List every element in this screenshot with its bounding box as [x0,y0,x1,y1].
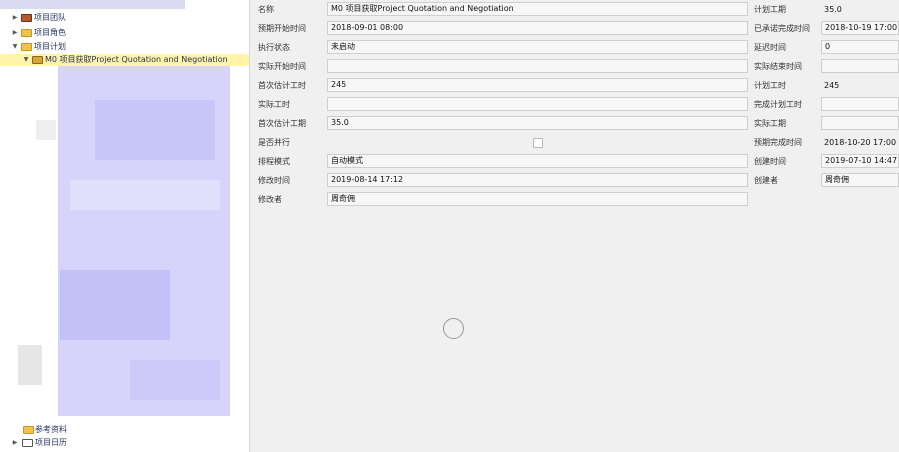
actual-duration-label: 实际工期 [754,119,786,128]
tree-item-label: M0 项目获取Project Quotation and Negotiation [45,55,228,64]
actual-finish-label: 实际结束时间 [754,62,802,71]
first-est-duration-field[interactable]: 35.0 [327,116,748,130]
actual-start-field[interactable] [327,59,748,73]
tree-item-project-plan[interactable]: ▼ 项目计划 [0,41,249,53]
task-icon [32,56,43,64]
committed-finish-label: 已承诺完成时间 [754,24,810,33]
delay-label: 延迟时间 [754,43,786,52]
tree-item-m0-task[interactable]: ▼ M0 项目获取Project Quotation and Negotiati… [0,54,249,66]
schedule-mode-field[interactable]: 自动模式 [327,154,748,168]
blurred-block [36,120,56,140]
blurred-block [18,345,42,385]
project-tree-panel[interactable]: ▶ 项目团队 ▶ 项目角色 ▼ 项目计划 ▼ M0 项目获取Project Qu… [0,0,249,452]
panel-divider[interactable] [249,0,250,452]
tree-item-label: 项目计划 [34,42,66,51]
actual-hours-label: 实际工时 [258,100,290,109]
modifier-field[interactable]: 周奇佣 [327,192,748,206]
blurred-header [0,0,185,9]
expand-arrow-icon[interactable]: ▶ [11,437,19,449]
committed-finish-field[interactable]: 2018-10-19 17:00 [821,21,899,35]
schedule-mode-label: 排程模式 [258,157,290,166]
expand-arrow-icon[interactable]: ▶ [11,27,19,39]
parallel-checkbox[interactable] [533,138,543,148]
actual-hours-field[interactable] [327,97,748,111]
tree-item-project-team[interactable]: ▶ 项目团队 [0,12,249,24]
creator-label: 创建者 [754,176,778,185]
blurred-block [60,270,170,340]
collapse-arrow-icon[interactable]: ▼ [11,41,19,53]
created-time-field[interactable]: 2019-07-10 14:47 [821,154,899,168]
creator-field[interactable]: 周奇佣 [821,173,899,187]
status-label: 执行状态 [258,43,290,52]
folder-icon [21,43,32,51]
modified-time-label: 修改时间 [258,176,290,185]
name-field[interactable]: M0 项目获取Project Quotation and Negotiation [327,2,748,16]
expand-arrow-icon[interactable]: ▶ [11,12,19,24]
created-time-label: 创建时间 [754,157,786,166]
actual-start-label: 实际开始时间 [258,62,306,71]
parallel-label: 是否并行 [258,138,290,147]
planned-hours-value: 245 [824,81,840,90]
modified-time-field[interactable]: 2019-08-14 17:12 [327,173,748,187]
planned-duration-value: 35.0 [824,5,842,14]
delay-field[interactable]: 0 [821,40,899,54]
tree-item-label: 项目角色 [34,28,66,37]
calendar-icon [22,439,33,447]
expected-finish-value: 2018-10-20 17:00 [824,138,897,147]
status-field[interactable]: 未启动 [327,40,748,54]
expected-finish-label: 预期完成时间 [754,138,802,147]
tree-item-reference[interactable]: 参考资料 [0,424,249,436]
blurred-block [130,360,220,400]
first-est-duration-label: 首次估计工期 [258,119,306,128]
planned-start-label: 预期开始时间 [258,24,306,33]
folder-icon [21,29,32,37]
actual-duration-field[interactable] [821,116,899,130]
modifier-label: 修改者 [258,195,282,204]
first-est-hours-field[interactable]: 245 [327,78,748,92]
planned-duration-label: 计划工期 [754,5,786,14]
tree-item-project-calendar[interactable]: ▶ 项目日历 [0,437,249,449]
name-label: 名称 [258,5,274,14]
first-est-hours-label: 首次估计工时 [258,81,306,90]
box-icon [21,14,32,22]
completed-planned-hours-label: 完成计划工时 [754,100,802,109]
actual-finish-field[interactable] [821,59,899,73]
tree-item-label: 项目日历 [35,438,67,447]
blurred-block [70,180,220,210]
tree-item-label: 项目团队 [34,13,66,22]
collapse-arrow-icon[interactable]: ▼ [22,54,30,66]
planned-hours-label: 计划工时 [754,81,786,90]
planned-start-field[interactable]: 2018-09-01 08:00 [327,21,748,35]
completed-planned-hours-field[interactable] [821,97,899,111]
tree-item-project-roles[interactable]: ▶ 项目角色 [0,27,249,39]
loading-spinner-icon [443,318,464,339]
tree-item-label: 参考资料 [35,425,67,434]
blurred-block [95,100,215,160]
folder-icon [23,426,34,434]
